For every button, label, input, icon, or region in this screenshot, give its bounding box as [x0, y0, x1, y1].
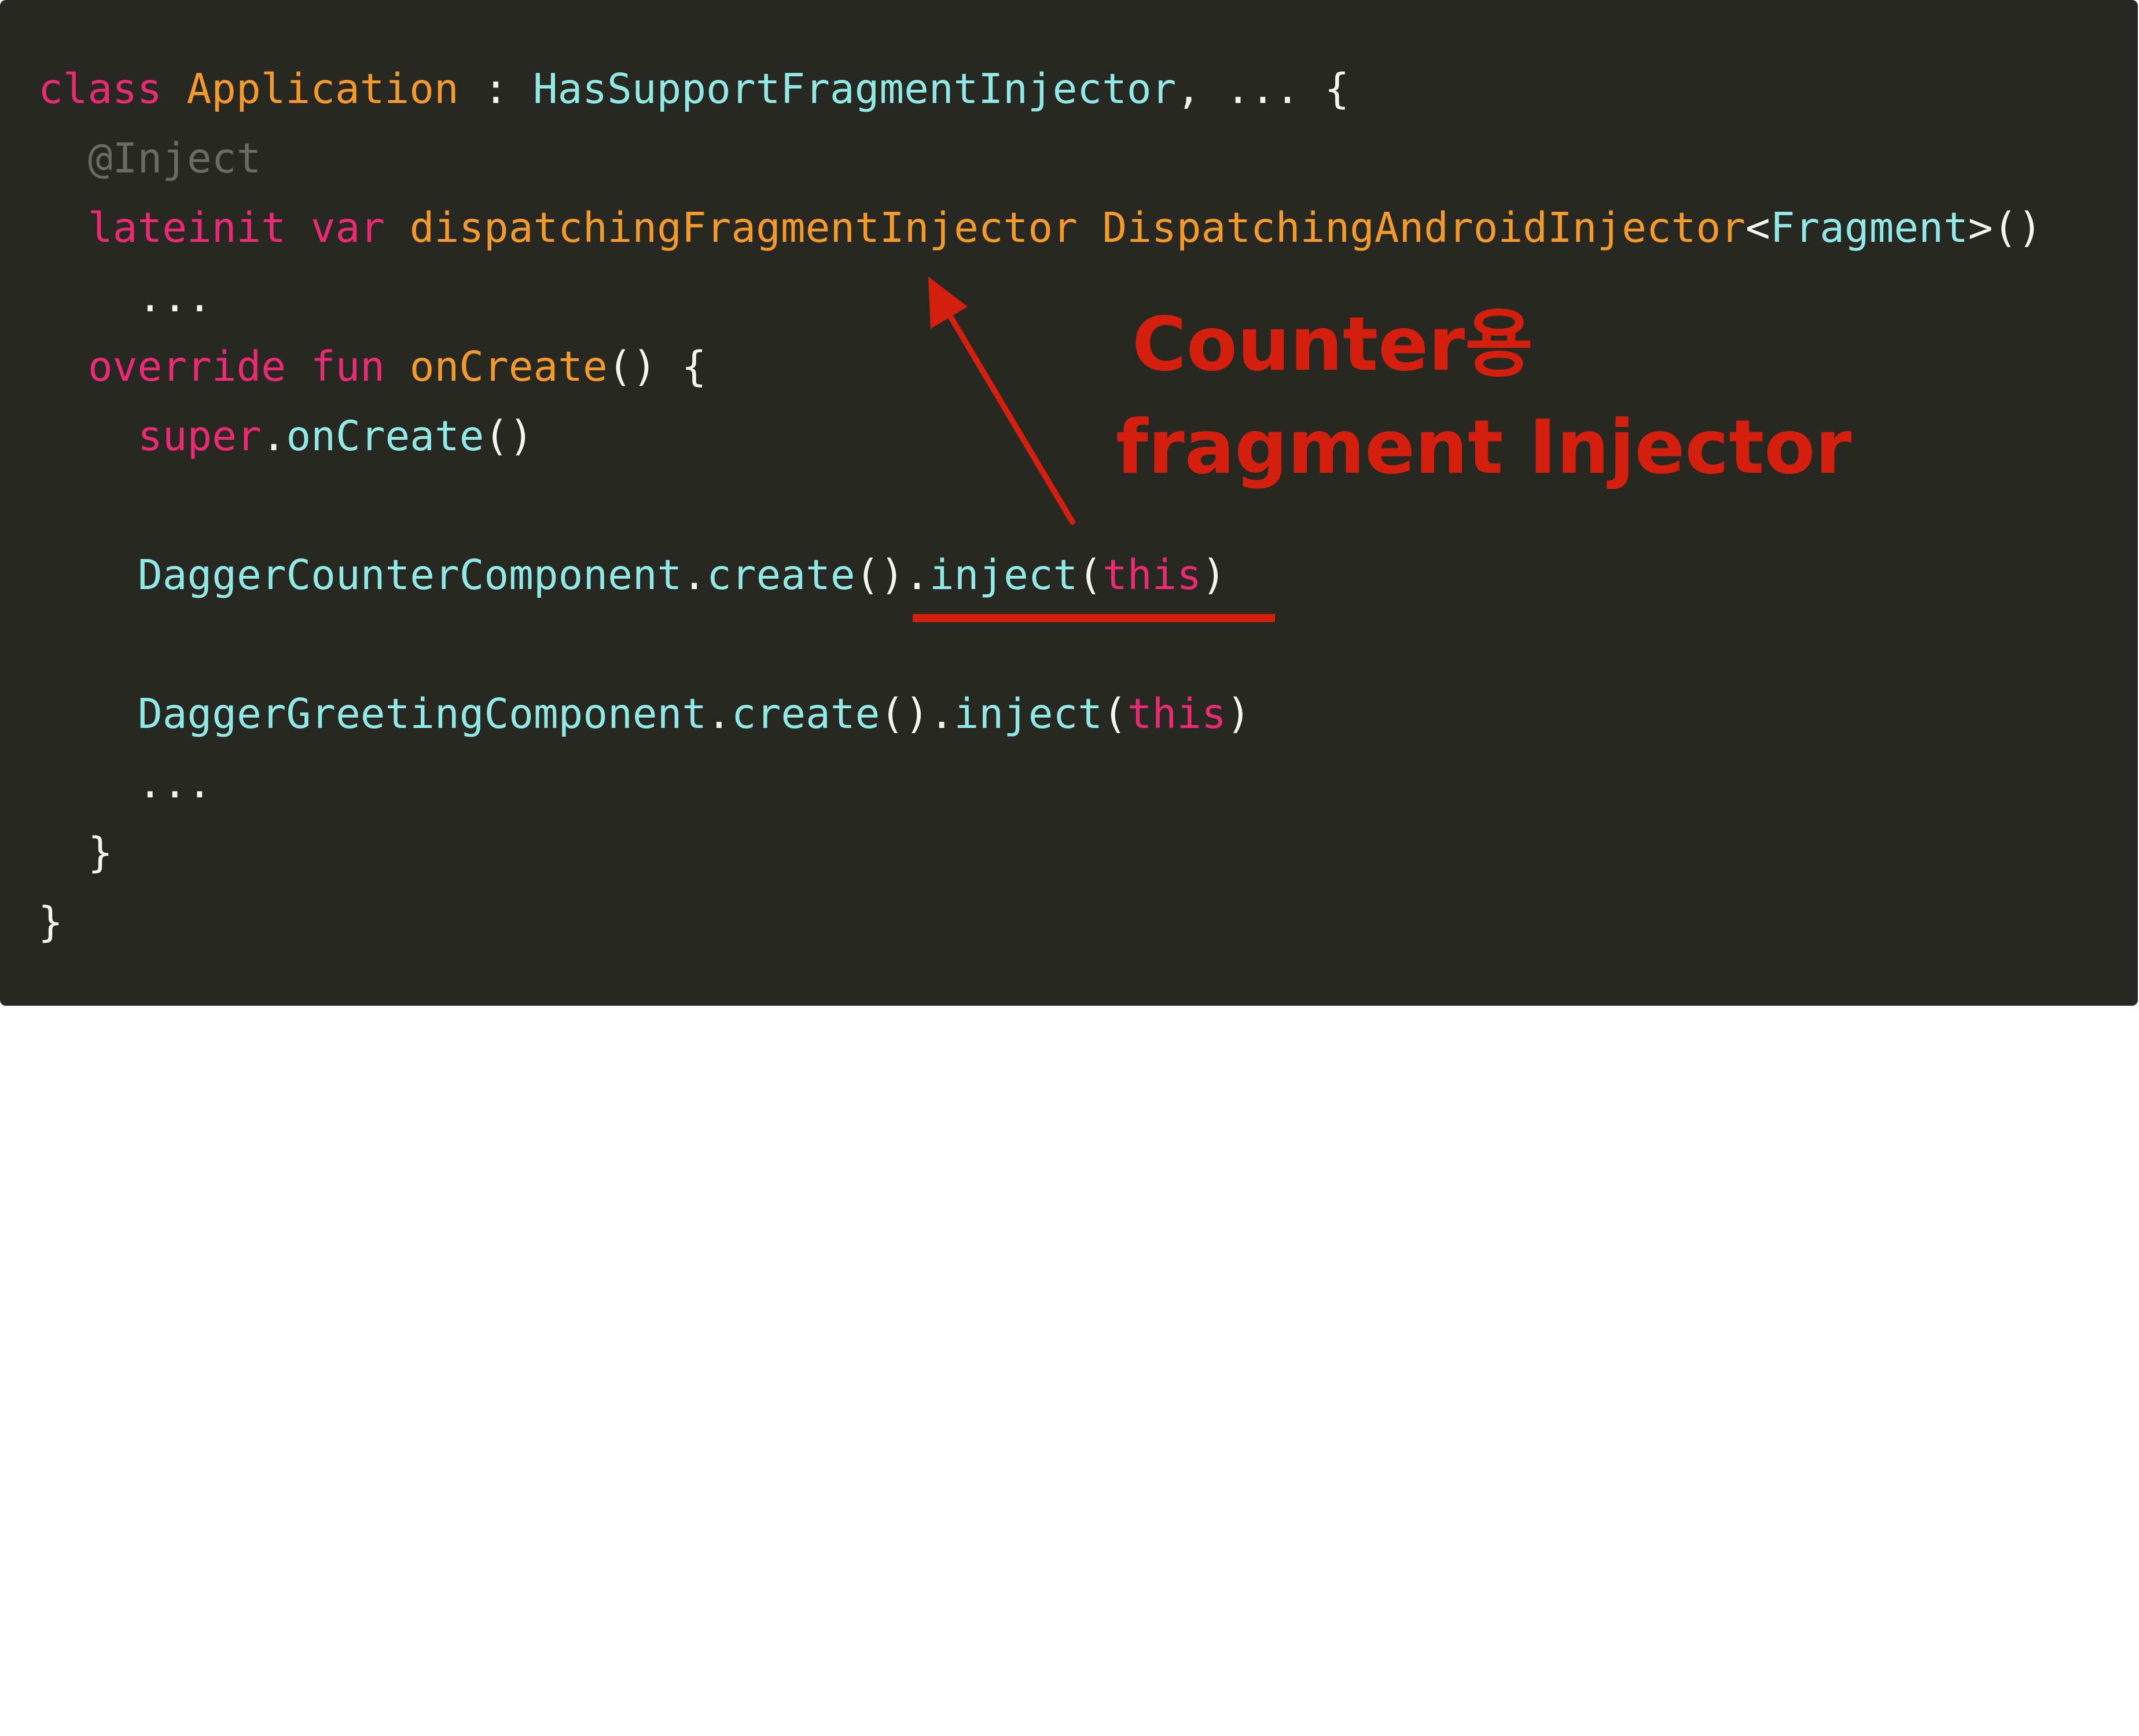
- callout-line-2: fragment Injector: [1116, 404, 1852, 491]
- code-panel: class Application : HasSupportFragmentIn…: [0, 0, 2138, 1006]
- highlight-underline: [913, 614, 1275, 622]
- arrow-shaft: [945, 310, 1075, 525]
- callout-line-1: Counter용: [1132, 301, 1534, 388]
- arrow-icon: [928, 277, 1075, 525]
- arrow-head: [928, 277, 968, 329]
